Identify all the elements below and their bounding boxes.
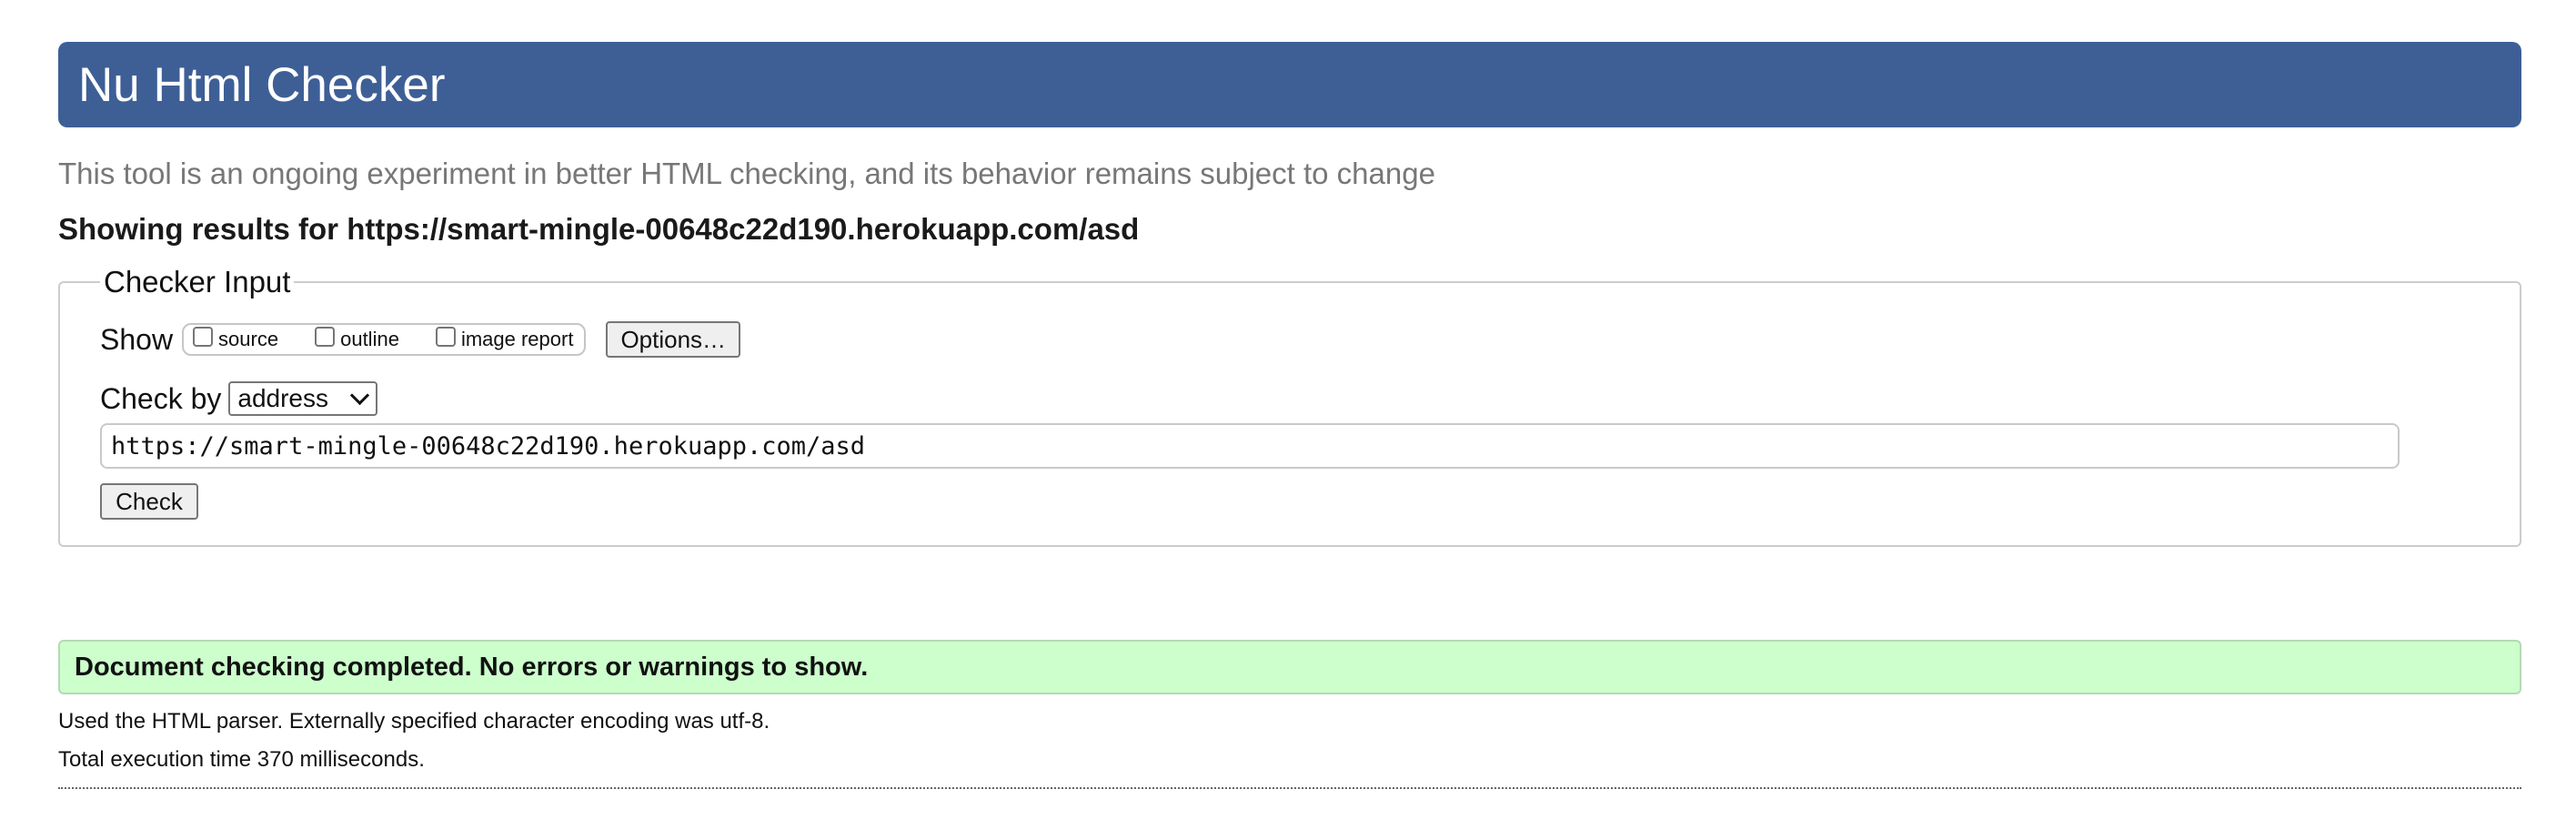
check-by-selected-value: address	[237, 384, 329, 412]
page-title: Nu Html Checker	[78, 57, 446, 112]
show-options-group: source outline image report	[182, 323, 587, 356]
checker-input-legend: Checker Input	[104, 265, 291, 299]
source-checkbox[interactable]	[193, 327, 214, 347]
outline-checkbox[interactable]	[315, 327, 336, 347]
results-heading: Showing results for https://smart-mingle…	[58, 212, 1140, 246]
url-input[interactable]: https://smart-mingle-00648c22d190.heroku…	[100, 423, 2400, 469]
image-report-checkbox[interactable]	[435, 327, 456, 347]
intro-text: This tool is an ongoing experiment in be…	[58, 157, 1435, 190]
check-by-row: Check by address	[100, 380, 2478, 418]
dotted-divider	[58, 787, 2521, 789]
options-button[interactable]: Options…	[606, 321, 741, 358]
show-row: Show source outline image report Options…	[100, 319, 2478, 359]
header-banner: Nu Html Checker	[58, 42, 2521, 127]
source-checkbox-label: source	[218, 328, 279, 350]
outline-option[interactable]: outline	[315, 327, 399, 351]
parser-note: Used the HTML parser. Externally specifi…	[58, 709, 770, 734]
execution-time-note: Total execution time 370 milliseconds.	[58, 747, 425, 772]
checker-input-fieldset: Checker Input Show source outline image …	[58, 265, 2521, 547]
check-by-label: Check by	[100, 381, 222, 415]
image-report-checkbox-label: image report	[460, 328, 574, 350]
show-label: Show	[100, 322, 174, 356]
check-button[interactable]: Check	[100, 483, 198, 520]
source-option[interactable]: source	[193, 327, 279, 351]
success-message: Document checking completed. No errors o…	[58, 640, 2521, 694]
chevron-down-icon	[350, 385, 370, 405]
image-report-option[interactable]: image report	[435, 327, 574, 351]
outline-checkbox-label: outline	[340, 328, 399, 350]
check-by-select[interactable]: address	[228, 381, 378, 416]
page: Nu Html Checker This tool is an ongoing …	[58, 42, 2521, 789]
